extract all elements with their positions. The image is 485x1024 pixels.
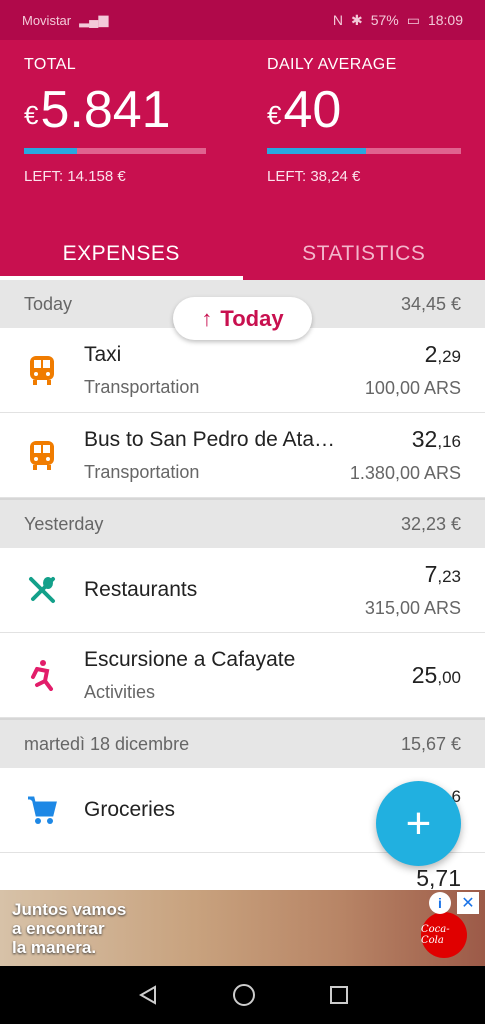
expense-title: Restaurants bbox=[84, 578, 198, 601]
tab-expenses[interactable]: EXPENSES bbox=[0, 228, 243, 280]
add-expense-button[interactable]: + bbox=[376, 781, 461, 866]
ad-close-icon[interactable]: ✕ bbox=[457, 892, 479, 914]
summary-header: TOTAL € 5.841 LEFT: 14.158 € DAILY AVERA… bbox=[0, 40, 485, 280]
expense-category: Activities bbox=[84, 681, 156, 702]
expense-amount: 2,29 bbox=[424, 341, 461, 367]
home-icon[interactable] bbox=[232, 983, 256, 1007]
back-icon[interactable] bbox=[137, 984, 159, 1006]
group-header: martedì 18 dicembre 15,67 € bbox=[0, 720, 485, 768]
expense-amount: 25,00 bbox=[411, 661, 461, 688]
daily-average-label: DAILY AVERAGE bbox=[267, 56, 397, 73]
group-total: 15,67 € bbox=[400, 733, 461, 754]
carrier-label: Movistar bbox=[22, 12, 72, 28]
today-pill-label: Today bbox=[220, 305, 284, 331]
total-left-text: LEFT: 14.158 € bbox=[24, 168, 126, 185]
battery-percent: 57% bbox=[370, 12, 399, 28]
group-header: Yesterday 32,23 € bbox=[0, 500, 485, 548]
total-progress-fill bbox=[24, 148, 77, 154]
expense-row[interactable]: Restaurants 7,23 315,00 ARS bbox=[0, 548, 485, 633]
expense-amount: 7,23 bbox=[424, 561, 461, 587]
daily-left-text: LEFT: 38,24 € bbox=[267, 168, 361, 185]
navigation-bar bbox=[0, 966, 485, 1024]
bus-icon bbox=[24, 352, 60, 388]
total-currency: € bbox=[24, 100, 39, 130]
group-total: 34,45 € bbox=[400, 293, 461, 314]
tab-statistics[interactable]: STATISTICS bbox=[243, 228, 485, 280]
nfc-icon: N bbox=[332, 12, 343, 28]
recents-icon[interactable] bbox=[329, 985, 349, 1005]
expense-title: Escursione a Cafayate bbox=[84, 647, 296, 671]
daily-average-summary[interactable]: DAILY AVERAGE € 40 LEFT: 38,24 € bbox=[267, 56, 461, 185]
group-title: Yesterday bbox=[24, 513, 104, 534]
group-total: 32,23 € bbox=[400, 513, 461, 534]
daily-progress-bar bbox=[267, 148, 461, 154]
status-bar: Movistar ▂▄▆ N ✱ 57% ▭ 18:09 bbox=[0, 0, 485, 40]
expense-title: Bus to San Pedro de Ataca... bbox=[84, 427, 340, 451]
expense-original-amount: 100,00 ARS bbox=[364, 378, 461, 398]
daily-currency: € bbox=[267, 100, 282, 130]
expense-original-amount: 315,00 ARS bbox=[364, 598, 461, 618]
expense-title: Taxi bbox=[84, 342, 122, 366]
expense-row[interactable]: Escursione a Cafayate Activities 25,00 bbox=[0, 633, 485, 718]
plus-icon: + bbox=[405, 798, 432, 848]
signal-icon: ▂▄▆ bbox=[79, 12, 109, 27]
total-label: TOTAL bbox=[24, 56, 77, 73]
total-amount: 5.841 bbox=[40, 81, 171, 139]
expense-original-amount: 1.380,00 ARS bbox=[349, 463, 461, 483]
expense-amount: 32,16 bbox=[411, 426, 461, 452]
arrow-up-icon: ↑ bbox=[201, 305, 213, 331]
group-title: martedì 18 dicembre bbox=[24, 733, 190, 754]
daily-amount: 40 bbox=[283, 81, 342, 139]
expense-category: Transportation bbox=[84, 376, 200, 397]
total-value: € 5.841 bbox=[24, 84, 206, 136]
expense-row[interactable]: Bus to San Pedro de Ataca... Transportat… bbox=[0, 413, 485, 498]
ad-brand-logo: Coca-Cola bbox=[421, 912, 467, 958]
activity-icon bbox=[24, 657, 60, 693]
daily-average-value: € 40 bbox=[267, 84, 461, 136]
scroll-to-today-button[interactable]: ↑ Today bbox=[173, 297, 312, 340]
tab-bar: EXPENSES STATISTICS bbox=[0, 228, 485, 280]
group-title: Today bbox=[24, 293, 73, 314]
ad-text: Juntos vamos a encontrar la manera. bbox=[12, 900, 127, 957]
expense-category: Transportation bbox=[84, 461, 200, 482]
expense-row[interactable]: Taxi Transportation 2,29 100,00 ARS bbox=[0, 328, 485, 413]
restaurant-icon bbox=[24, 572, 60, 608]
ad-info-icon[interactable]: i bbox=[429, 892, 451, 914]
daily-progress-fill bbox=[267, 148, 366, 154]
expense-amount: 5,71 bbox=[416, 865, 461, 891]
cart-icon bbox=[24, 792, 60, 828]
bluetooth-icon: ✱ bbox=[350, 11, 363, 28]
clock: 18:09 bbox=[427, 12, 463, 28]
ad-banner[interactable]: Juntos vamos a encontrar la manera. Coca… bbox=[0, 890, 485, 966]
battery-icon: ▭ bbox=[406, 11, 420, 28]
total-progress-bar bbox=[24, 148, 206, 154]
bus-icon bbox=[24, 437, 60, 473]
total-summary[interactable]: TOTAL € 5.841 LEFT: 14.158 € bbox=[24, 56, 206, 185]
